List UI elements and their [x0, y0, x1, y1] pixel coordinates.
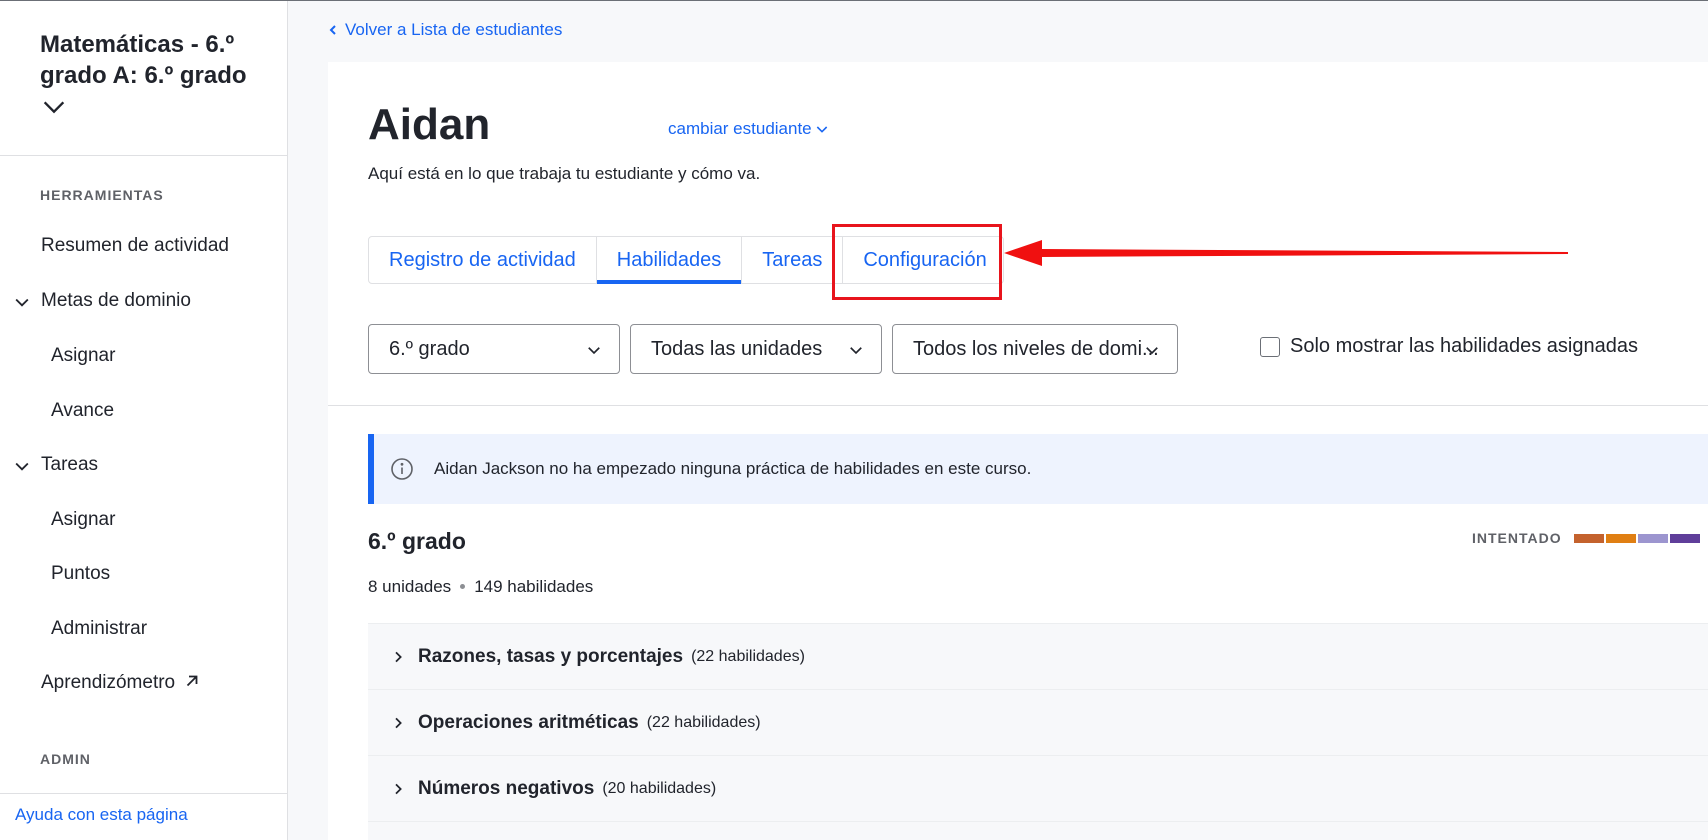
section-admin-heading: ADMIN	[40, 751, 91, 767]
sidebar-item-mastery-progress[interactable]: Avance	[51, 400, 114, 422]
unit-row[interactable]	[368, 821, 1708, 840]
sidebar-item-scores[interactable]: Puntos	[51, 563, 110, 585]
annotation-arrow	[1004, 240, 1568, 266]
back-link-label: Volver a Lista de estudiantes	[345, 20, 563, 39]
back-to-student-list-link[interactable]: Volver a Lista de estudiantes	[327, 20, 562, 40]
settings-tab-highlight	[832, 224, 1002, 300]
change-student-label: cambiar estudiante	[668, 119, 812, 138]
chevron-down-icon	[816, 126, 827, 133]
sidebar-item-activity-summary[interactable]: Resumen de actividad	[41, 235, 229, 257]
separator-dot	[460, 584, 466, 589]
unit-row[interactable]: Números negativos (20 habilidades)	[368, 755, 1708, 821]
section-tools-heading: HERRAMIENTAS	[40, 187, 164, 203]
sidebar-item-assignments[interactable]: Tareas	[41, 454, 98, 476]
chevron-down-icon	[1146, 347, 1158, 355]
unit-name: Operaciones aritméticas	[418, 711, 639, 733]
chevron-right-icon	[395, 717, 402, 728]
unit-skill-count: (22 habilidades)	[691, 647, 805, 665]
panel-divider	[328, 405, 1708, 406]
chevron-right-icon	[395, 651, 402, 662]
sidebar-item-manage[interactable]: Administrar	[51, 618, 147, 640]
assigned-only-label: Solo mostrar las habilidades asignadas	[1290, 335, 1638, 357]
chevron-left-icon	[329, 25, 336, 35]
page-subtitle: Aquí está en lo que trabaja tu estudiant…	[368, 164, 761, 183]
external-link-arrow-icon	[186, 675, 198, 687]
student-name: Aidan	[368, 100, 491, 149]
unit-skill-count: (20 habilidades)	[602, 779, 717, 797]
legend-swatch	[1637, 533, 1668, 543]
sidebar-divider	[0, 155, 288, 156]
mastery-levels-select[interactable]: Todos los niveles de domi...	[892, 324, 1178, 374]
sidebar-item-assignments-assign[interactable]: Asignar	[51, 509, 115, 531]
sidebar-item-mastery-assign[interactable]: Asignar	[51, 345, 115, 367]
grade-heading: 6.º grado	[368, 528, 466, 554]
chevron-down-icon[interactable]	[12, 456, 32, 476]
legend-swatch	[1573, 533, 1604, 543]
course-counts: 8 unidades 149 habilidades	[368, 577, 593, 597]
sidebar-item-label: Aprendizómetro	[41, 672, 176, 693]
mastery-legend: INTENTADO	[1472, 530, 1700, 546]
unit-name: Razones, tasas y porcentajes	[418, 645, 684, 667]
main-panel: Aidan cambiar estudiante Aquí está en lo…	[328, 62, 1708, 840]
unit-row[interactable]: Operaciones aritméticas (22 habilidades)	[368, 689, 1708, 755]
skills-count: 149 habilidades	[474, 577, 594, 596]
chevron-right-icon	[395, 783, 402, 794]
legend-swatch	[1669, 533, 1700, 543]
tab-skills[interactable]: Habilidades	[595, 237, 742, 284]
chevron-down-icon[interactable]	[40, 93, 68, 121]
units-count: 8 unidades	[368, 577, 452, 596]
tab-activity-log[interactable]: Registro de actividad	[369, 237, 596, 283]
grade-select[interactable]: 6.º grado	[368, 324, 620, 374]
info-banner: Aidan Jackson no ha empezado ninguna prá…	[368, 434, 1708, 504]
chevron-down-icon	[588, 347, 600, 355]
change-student-dropdown[interactable]: cambiar estudiante	[668, 119, 830, 139]
assigned-only-toggle[interactable]: Solo mostrar las habilidades asignadas	[1260, 335, 1638, 358]
assigned-only-checkbox[interactable]	[1260, 336, 1280, 357]
unit-skill-count: (22 habilidades)	[646, 713, 761, 731]
legend-swatch	[1605, 533, 1636, 543]
info-banner-text: Aidan Jackson no ha empezado ninguna prá…	[434, 459, 1032, 478]
chevron-down-icon[interactable]	[12, 292, 32, 312]
help-link[interactable]: Ayuda con esta página	[15, 805, 188, 825]
sidebar-item-learnometer[interactable]: Aprendizómetro	[41, 672, 201, 694]
units-select[interactable]: Todas las unidades	[630, 324, 882, 374]
info-icon	[391, 458, 413, 480]
sidebar: Matemáticas - 6.º grado A: 6.º grado HER…	[0, 1, 288, 840]
legend-label: INTENTADO	[1472, 530, 1562, 546]
unit-name: Números negativos	[418, 777, 595, 799]
grade-select-value: 6.º grado	[389, 337, 470, 360]
levels-select-value: Todos los niveles de domi...	[913, 337, 1159, 360]
tab-assignments[interactable]: Tareas	[741, 237, 842, 283]
sidebar-bottom-divider	[0, 793, 288, 794]
chevron-down-icon	[850, 347, 862, 355]
unit-row[interactable]: Razones, tasas y porcentajes (22 habilid…	[368, 623, 1708, 689]
sidebar-item-mastery-goals[interactable]: Metas de dominio	[41, 290, 191, 312]
course-title: Matemáticas - 6.º grado A: 6.º grado	[40, 31, 247, 89]
units-select-value: Todas las unidades	[651, 337, 823, 360]
